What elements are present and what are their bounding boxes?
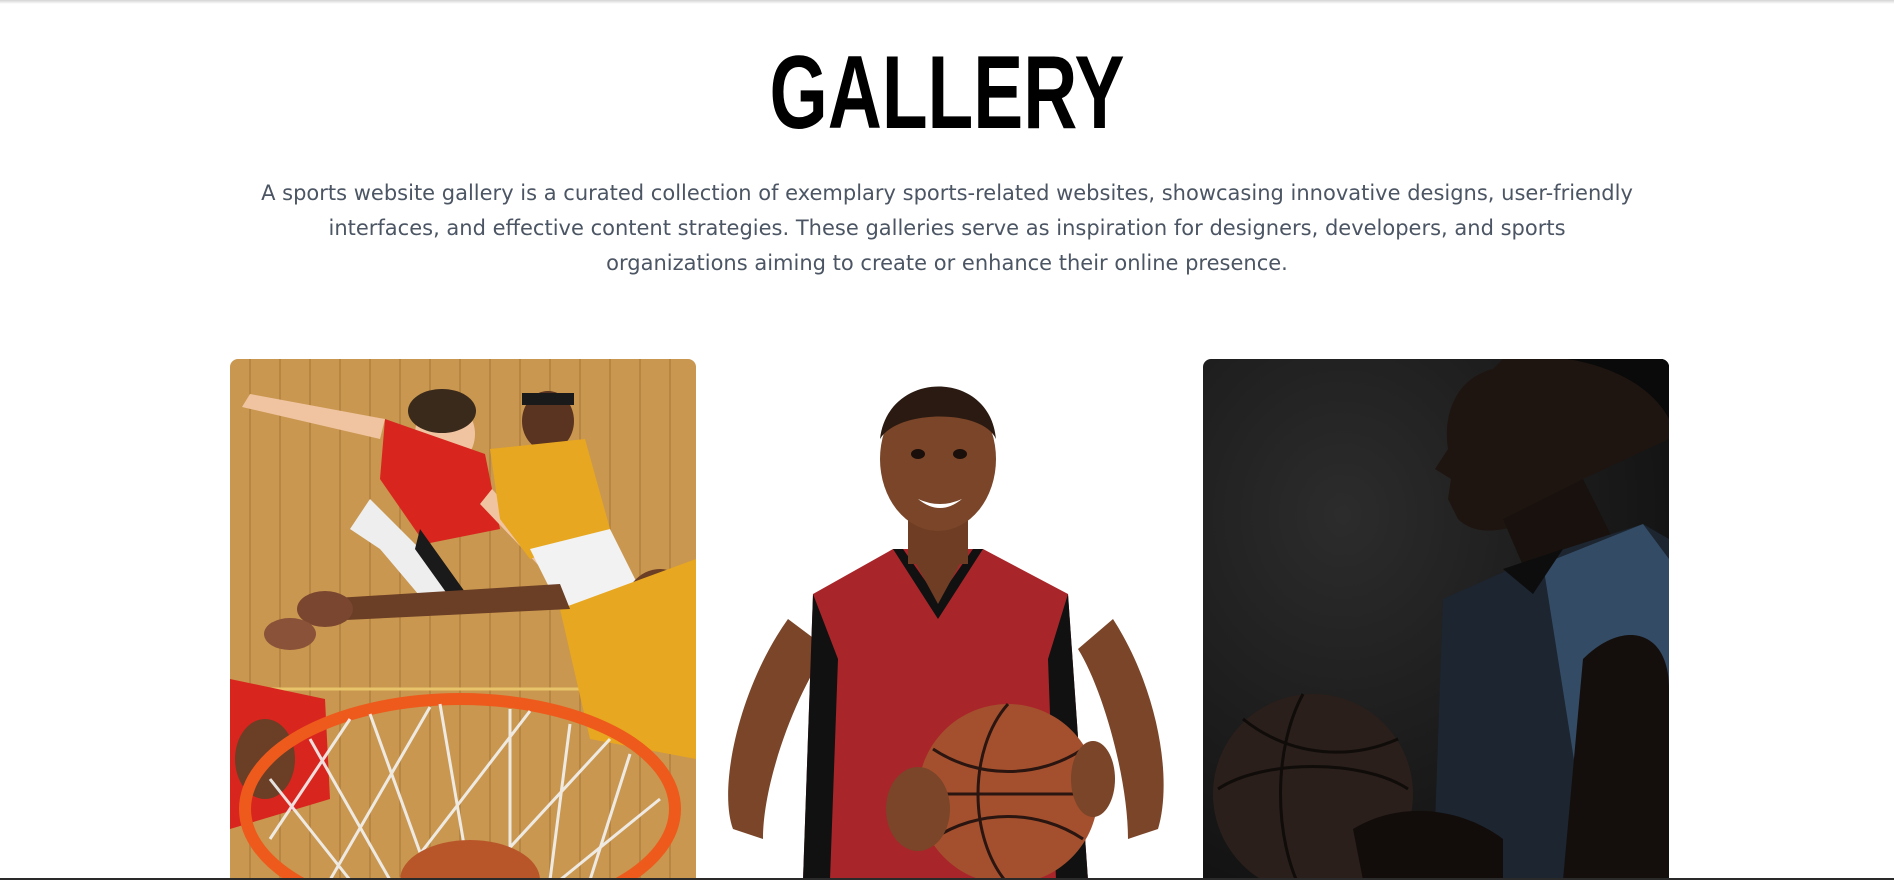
basketball-players-rebound-photo xyxy=(230,359,696,880)
gallery-image-1[interactable] xyxy=(230,359,696,880)
gallery-image-2[interactable] xyxy=(718,359,1184,880)
gallery-description: A sports website gallery is a curated co… xyxy=(261,181,1633,275)
gallery-title: GALLERY xyxy=(769,35,1125,151)
header-shadow xyxy=(0,0,1894,4)
player-holding-basketball-photo xyxy=(718,359,1184,880)
gallery-image-3[interactable] xyxy=(1203,359,1669,880)
player-profile-dark-photo xyxy=(1203,359,1669,880)
